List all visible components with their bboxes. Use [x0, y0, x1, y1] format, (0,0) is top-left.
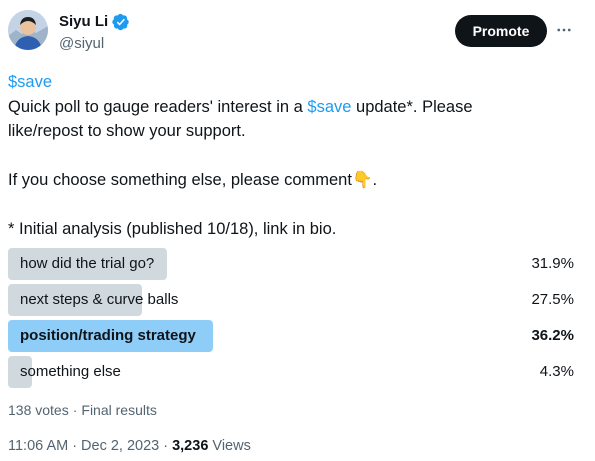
views-label: Views: [212, 438, 251, 454]
poll-option-percent: 4.3%: [539, 363, 574, 380]
views-count[interactable]: 3,236: [172, 438, 208, 454]
poll-option-label: position/trading strategy: [20, 327, 196, 344]
poll-option[interactable]: how did the trial go? 31.9%: [8, 248, 574, 280]
verified-badge-icon[interactable]: [112, 13, 130, 31]
avatar-photo: [8, 10, 48, 50]
post-time[interactable]: 11:06 AM: [8, 438, 68, 454]
post-line: If you choose something else, please com…: [8, 171, 352, 189]
poll: how did the trial go? 31.9% next steps &…: [8, 248, 574, 392]
post-line: like/repost to show your support.: [8, 122, 246, 140]
cashtag-link[interactable]: $save: [8, 73, 52, 91]
poll-option-label: how did the trial go?: [20, 255, 155, 272]
poll-option-label: next steps & curve balls: [20, 291, 179, 308]
poll-votes: 138 votes: [8, 402, 69, 418]
author-name[interactable]: Siyu Li: [59, 13, 108, 31]
post-line-end: .: [372, 171, 378, 189]
author-handle[interactable]: @siyul: [59, 35, 130, 53]
poll-option-label: something else: [20, 363, 121, 380]
post-line: * Initial analysis (published 10/18), li…: [8, 220, 337, 238]
poll-meta: 138 votes · Final results: [8, 402, 157, 418]
point-down-emoji-icon: 👇: [351, 170, 373, 189]
poll-status: Final results: [81, 402, 157, 418]
poll-option[interactable]: position/trading strategy 36.2%: [8, 320, 574, 352]
timestamp-row: 11:06 AM · Dec 2, 2023 · 3,236 Views: [8, 438, 251, 454]
cashtag-link[interactable]: $save: [307, 98, 351, 116]
poll-option[interactable]: next steps & curve balls 27.5%: [8, 284, 574, 316]
poll-option-percent: 36.2%: [531, 327, 574, 344]
author-block: Siyu Li @siyul: [59, 13, 130, 53]
poll-option-percent: 27.5%: [531, 291, 574, 308]
post-line: Quick poll to gauge readers' interest in…: [8, 97, 308, 116]
post-date[interactable]: Dec 2, 2023: [81, 438, 159, 454]
post-text: $save Quick poll to gauge readers' inter…: [8, 70, 568, 242]
poll-option[interactable]: something else 4.3%: [8, 356, 574, 388]
more-horizontal-icon[interactable]: [551, 17, 577, 43]
poll-option-percent: 31.9%: [531, 255, 574, 272]
promote-button[interactable]: Promote: [455, 15, 547, 47]
post-line: update*. Please: [351, 97, 473, 116]
avatar[interactable]: [8, 10, 48, 50]
